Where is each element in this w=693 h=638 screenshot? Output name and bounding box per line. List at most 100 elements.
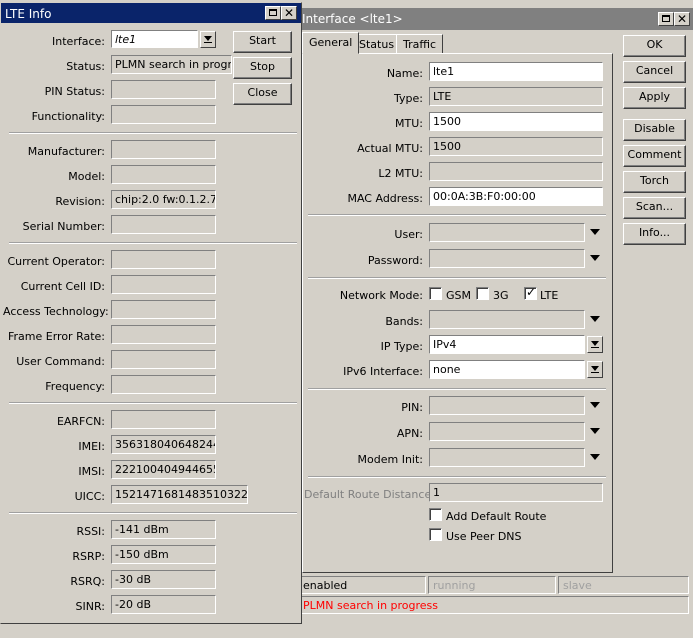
- rsrp-label: RSRP:: [72, 550, 105, 563]
- pin-field[interactable]: [429, 396, 585, 415]
- disable-button[interactable]: Disable: [623, 119, 686, 141]
- imsi-field: 222100404944655: [111, 460, 216, 479]
- earfcn-field: [111, 410, 216, 429]
- mtu-field[interactable]: 1500: [429, 112, 603, 131]
- imei-field: 356318040648244: [111, 435, 216, 454]
- mac-address-label: MAC Address:: [347, 192, 423, 205]
- rsrq-field: -30 dB: [111, 570, 216, 589]
- info-button[interactable]: Info...: [623, 223, 686, 245]
- status-running: running: [428, 576, 556, 594]
- bands-label: Bands:: [385, 315, 423, 328]
- default-route-distance-field[interactable]: 1: [429, 483, 603, 502]
- network-mode-gsm-checkbox[interactable]: [429, 287, 442, 300]
- network-mode-lte-label: LTE: [540, 289, 559, 302]
- user-command-label: User Command:: [16, 355, 105, 368]
- access-technology-label: Access Technology:: [3, 305, 109, 318]
- default-route-distance-label: Default Route Distance:: [304, 488, 435, 501]
- network-mode-gsm-label: GSM: [446, 289, 471, 302]
- interface-window-titlebar[interactable]: Interface <lte1> ✕: [296, 8, 693, 30]
- apply-button[interactable]: Apply: [623, 87, 686, 109]
- maximize-icon: [662, 15, 670, 22]
- revision-label: Revision:: [55, 195, 105, 208]
- type-field: LTE: [429, 87, 603, 106]
- ok-button[interactable]: OK: [623, 35, 686, 57]
- name-field[interactable]: lte1: [429, 62, 603, 81]
- modem-init-dropdown-icon[interactable]: [590, 454, 600, 460]
- network-mode-lte-checkbox[interactable]: ✓: [524, 285, 537, 300]
- lte-info-window: LTE Info ✕ Interface: lte1 Status: PLMN …: [0, 2, 302, 624]
- chevron-down-icon: [591, 341, 599, 346]
- status-slave: slave: [558, 576, 689, 594]
- chevron-down-icon: [591, 366, 599, 371]
- password-label: Password:: [367, 254, 423, 267]
- add-default-route-checkbox[interactable]: [429, 508, 442, 521]
- torch-button[interactable]: Torch: [623, 171, 686, 193]
- functionality-field: [111, 105, 216, 124]
- apn-dropdown-icon[interactable]: [590, 428, 600, 434]
- start-button[interactable]: Start: [233, 31, 292, 53]
- tab-strip: General Status Traffic: [302, 32, 602, 54]
- uicc-field: 1521471681483510322246: [111, 485, 248, 504]
- apn-label: APN:: [396, 427, 423, 440]
- earfcn-label: EARFCN:: [56, 415, 105, 428]
- close-icon: ✕: [283, 6, 295, 20]
- interface-window-title: Interface <lte1>: [302, 12, 403, 26]
- actual-mtu-label: Actual MTU:: [357, 142, 423, 155]
- pin-label: PIN:: [401, 401, 423, 414]
- model-field: [111, 165, 216, 184]
- comment-button[interactable]: Comment: [623, 145, 686, 167]
- model-label: Model:: [68, 170, 105, 183]
- tab-status[interactable]: Status: [352, 34, 402, 54]
- use-peer-dns-checkbox[interactable]: [429, 528, 442, 541]
- maximize-button[interactable]: [265, 6, 281, 20]
- close-button[interactable]: ✕: [674, 12, 690, 26]
- lte-info-titlebar[interactable]: LTE Info ✕: [1, 3, 301, 23]
- apn-field[interactable]: [429, 422, 585, 441]
- revision-field: chip:2.0 fw:0.1.2.73: [111, 190, 216, 209]
- close-lte-info-button[interactable]: Close: [233, 83, 292, 105]
- ipv6-interface-select[interactable]: none: [429, 360, 585, 379]
- scan-button[interactable]: Scan...: [623, 197, 686, 219]
- frame-error-rate-label: Frame Error Rate:: [7, 330, 105, 343]
- status-message: PLMN search in progress: [298, 596, 689, 614]
- stop-button[interactable]: Stop: [233, 57, 292, 79]
- serial-number-label: Serial Number:: [22, 220, 105, 233]
- interface-select[interactable]: lte1: [111, 30, 198, 48]
- interface-dropdown-button[interactable]: [200, 31, 216, 48]
- serial-number-field: [111, 215, 216, 234]
- modem-init-field[interactable]: [429, 448, 585, 467]
- maximize-button[interactable]: [658, 12, 674, 26]
- current-operator-label: Current Operator:: [7, 255, 105, 268]
- frequency-field: [111, 375, 216, 394]
- ipv6-interface-dropdown-button[interactable]: [587, 361, 603, 378]
- add-default-route-label: Add Default Route: [446, 510, 547, 523]
- use-peer-dns-label: Use Peer DNS: [446, 530, 522, 543]
- network-mode-label: Network Mode:: [339, 289, 423, 302]
- pin-dropdown-icon[interactable]: [590, 402, 600, 408]
- manufacturer-field: [111, 140, 216, 159]
- bands-dropdown-icon[interactable]: [590, 316, 600, 322]
- rsrp-field: -150 dBm: [111, 545, 216, 564]
- current-cell-id-field: [111, 275, 216, 294]
- separator: [308, 214, 606, 216]
- modem-init-label: Modem Init:: [357, 453, 423, 466]
- tab-general[interactable]: General: [302, 32, 360, 54]
- close-button[interactable]: ✕: [281, 6, 297, 20]
- type-label: Type:: [394, 92, 423, 105]
- checkmark-icon: ✓: [526, 285, 537, 299]
- cancel-button[interactable]: Cancel: [623, 61, 686, 83]
- network-mode-3g-checkbox[interactable]: [476, 287, 489, 300]
- tab-traffic[interactable]: Traffic: [396, 34, 444, 54]
- manufacturer-label: Manufacturer:: [27, 145, 105, 158]
- user-field[interactable]: [429, 223, 585, 242]
- password-field[interactable]: [429, 249, 585, 268]
- user-dropdown-icon[interactable]: [590, 229, 600, 235]
- ip-type-dropdown-button[interactable]: [587, 336, 603, 353]
- bands-field[interactable]: [429, 310, 585, 329]
- password-dropdown-icon[interactable]: [590, 255, 600, 261]
- current-operator-field: [111, 250, 216, 269]
- actual-mtu-field: 1500: [429, 137, 603, 156]
- status-enabled: enabled: [298, 576, 426, 594]
- mac-address-field[interactable]: 00:0A:3B:F0:00:00: [429, 187, 603, 206]
- ip-type-select[interactable]: IPv4: [429, 335, 585, 354]
